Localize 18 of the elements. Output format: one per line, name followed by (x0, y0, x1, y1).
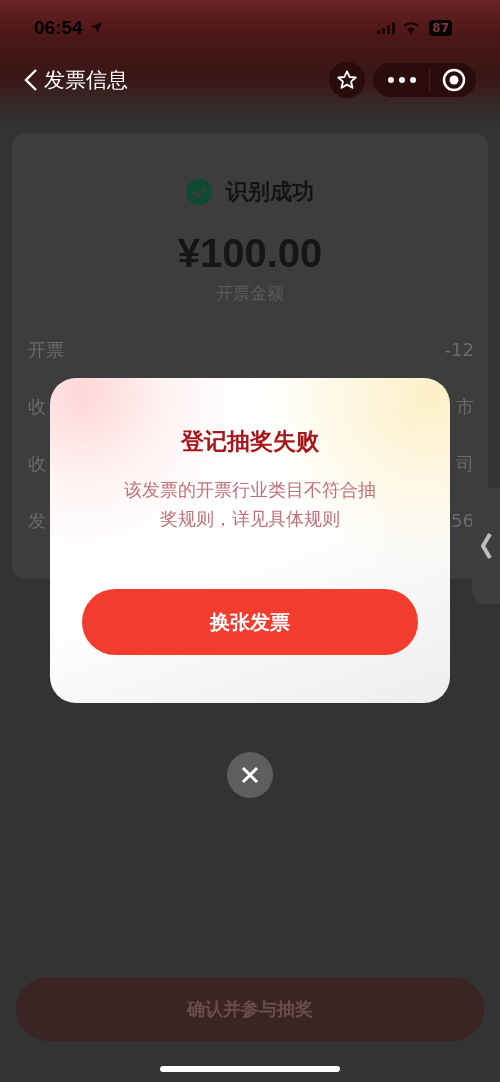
favorite-star-button[interactable] (329, 62, 365, 98)
success-check-icon (186, 179, 212, 205)
left-chevron-icon (480, 532, 492, 560)
more-icon[interactable] (387, 76, 417, 84)
dialog-title: 登记抽奖失败 (181, 427, 319, 456)
location-arrow-icon (88, 21, 103, 35)
dialog-message: 该发票的开票行业类目不符合抽奖规则，详见具体规则 (123, 478, 377, 531)
change-invoice-button[interactable]: 换张发票 (82, 589, 418, 655)
battery-level: 87 (429, 20, 452, 36)
signal-icon (377, 22, 398, 34)
close-target-icon[interactable] (442, 68, 466, 92)
star-icon (336, 69, 358, 91)
wifi-icon (403, 22, 420, 34)
back-button[interactable]: 发票信息 (24, 66, 128, 94)
back-chevron-icon (24, 68, 38, 92)
close-icon (240, 765, 260, 785)
close-button[interactable] (227, 752, 273, 798)
status-time: 06:54 (34, 17, 83, 39)
